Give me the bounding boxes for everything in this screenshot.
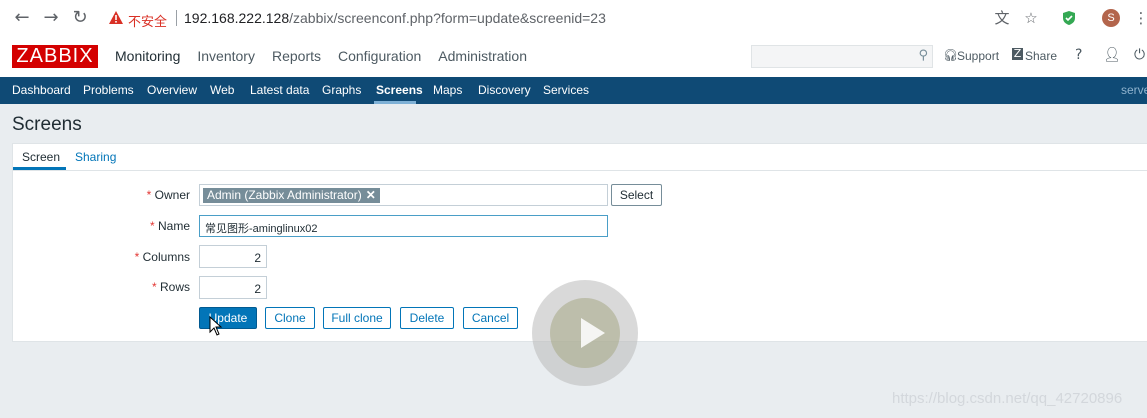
back-arrow-icon[interactable]: ← <box>11 7 33 29</box>
server-name-label: serve <box>1121 83 1147 97</box>
subnav-dashboard[interactable]: Dashboard <box>12 83 71 97</box>
bookmark-star-icon[interactable]: ☆ <box>1021 8 1041 28</box>
name-label: * Name <box>120 219 190 233</box>
reload-icon[interactable]: ↻ <box>69 7 91 29</box>
name-input-value: 常见图形-aminglinux02 <box>205 223 318 235</box>
name-input[interactable]: 常见图形-aminglinux02 <box>199 215 608 237</box>
search-icon[interactable]: ⚲ <box>918 48 928 63</box>
page-title: Screens <box>12 114 82 135</box>
play-button-circle <box>550 298 620 368</box>
zabbix-share-icon: Z <box>1012 47 1023 60</box>
subnav-graphs[interactable]: Graphs <box>322 83 361 97</box>
required-mark: * <box>149 219 155 233</box>
subnav-screens[interactable]: Screens <box>376 83 423 97</box>
select-owner-button[interactable]: Select <box>611 184 662 206</box>
owner-multiselect[interactable]: Admin (Zabbix Administrator) ✕ <box>199 184 608 206</box>
required-mark: * <box>134 250 140 264</box>
owner-tag: Admin (Zabbix Administrator) ✕ <box>203 188 380 203</box>
profile-avatar[interactable]: S <box>1102 9 1120 27</box>
rows-label: * Rows <box>120 280 190 294</box>
power-sign-out-icon[interactable]: ⏻ <box>1134 47 1145 63</box>
watermark-text: https://blog.csdn.net/qq_42720896 <box>892 390 1123 407</box>
cancel-button[interactable]: Cancel <box>463 307 518 329</box>
full-clone-button[interactable]: Full clone <box>323 307 391 329</box>
subnav-web[interactable]: Web <box>210 83 234 97</box>
columns-label-text: Columns <box>142 250 190 264</box>
translate-icon[interactable]: 文 <box>992 8 1012 28</box>
tab-sharing[interactable]: Sharing <box>75 150 116 164</box>
owner-tag-text: Admin (Zabbix Administrator) <box>207 188 362 202</box>
remove-owner-icon[interactable]: ✕ <box>366 188 376 202</box>
play-icon <box>581 318 605 348</box>
extension-shield-icon[interactable] <box>1061 10 1077 26</box>
clone-button[interactable]: Clone <box>265 307 315 329</box>
address-bar[interactable]: 不安全 192.168.222.128/zabbix/screenconf.ph… <box>100 4 606 32</box>
subnav-discovery[interactable]: Discovery <box>478 83 531 97</box>
name-label-text: Name <box>157 219 190 233</box>
rows-input[interactable]: 2 <box>199 276 267 299</box>
insecure-label: 不安全 <box>128 14 168 29</box>
subnav-latest-data[interactable]: Latest data <box>250 83 309 97</box>
sub-navigation: Dashboard Problems Overview Web Latest d… <box>0 77 1147 104</box>
required-mark: * <box>146 188 152 202</box>
form-tabs: Screen Sharing <box>12 143 1147 170</box>
delete-button[interactable]: Delete <box>400 307 454 329</box>
columns-label: * Columns <box>120 250 190 264</box>
url-text[interactable]: 192.168.222.128/zabbix/screenconf.php?fo… <box>184 10 606 26</box>
global-search-input[interactable]: ⚲ <box>751 45 933 68</box>
url-host: 192.168.222.128 <box>184 10 290 26</box>
subnav-overview[interactable]: Overview <box>147 83 197 97</box>
warning-icon <box>109 11 123 24</box>
subnav-services[interactable]: Services <box>543 83 589 97</box>
browser-toolbar: ← → ↻ 不安全 192.168.222.128/zabbix/screenc… <box>0 0 1147 38</box>
help-icon[interactable]: ? <box>1075 47 1082 63</box>
subnav-active-indicator <box>374 101 416 104</box>
menu-monitoring[interactable]: Monitoring <box>115 48 180 64</box>
support-link[interactable]: Support <box>957 49 999 63</box>
menu-administration[interactable]: Administration <box>438 48 527 64</box>
video-play-overlay[interactable] <box>532 280 638 386</box>
mouse-cursor-icon <box>209 316 223 336</box>
menu-inventory[interactable]: Inventory <box>197 48 255 64</box>
zabbix-logo[interactable]: ZABBIX <box>12 45 98 68</box>
forward-arrow-icon[interactable]: → <box>40 7 62 29</box>
share-link[interactable]: Share <box>1025 49 1057 63</box>
menu-configuration[interactable]: Configuration <box>338 48 421 64</box>
url-path: /zabbix/screenconf.php?form=update&scree… <box>289 10 606 26</box>
columns-input-value: 2 <box>254 251 261 265</box>
menu-reports[interactable]: Reports <box>272 48 321 64</box>
subnav-maps[interactable]: Maps <box>433 83 462 97</box>
owner-label: * Owner <box>120 188 190 202</box>
rows-label-text: Rows <box>159 280 190 294</box>
owner-label-text: Owner <box>154 188 190 202</box>
rows-input-value: 2 <box>254 282 261 296</box>
tab-screen[interactable]: Screen <box>22 150 60 164</box>
browser-menu-icon[interactable]: ⋮ <box>1131 8 1147 28</box>
update-button[interactable]: Update <box>199 307 257 329</box>
headset-icon: 🎧︎ <box>943 48 959 62</box>
user-profile-icon[interactable]: 👤︎ <box>1103 47 1121 63</box>
zabbix-header: ZABBIX Monitoring Inventory Reports Conf… <box>0 37 1147 78</box>
main-menu: Monitoring Inventory Reports Configurati… <box>115 48 544 64</box>
subnav-problems[interactable]: Problems <box>83 83 134 97</box>
columns-input[interactable]: 2 <box>199 245 267 268</box>
url-separator <box>176 10 177 26</box>
required-mark: * <box>151 280 157 294</box>
